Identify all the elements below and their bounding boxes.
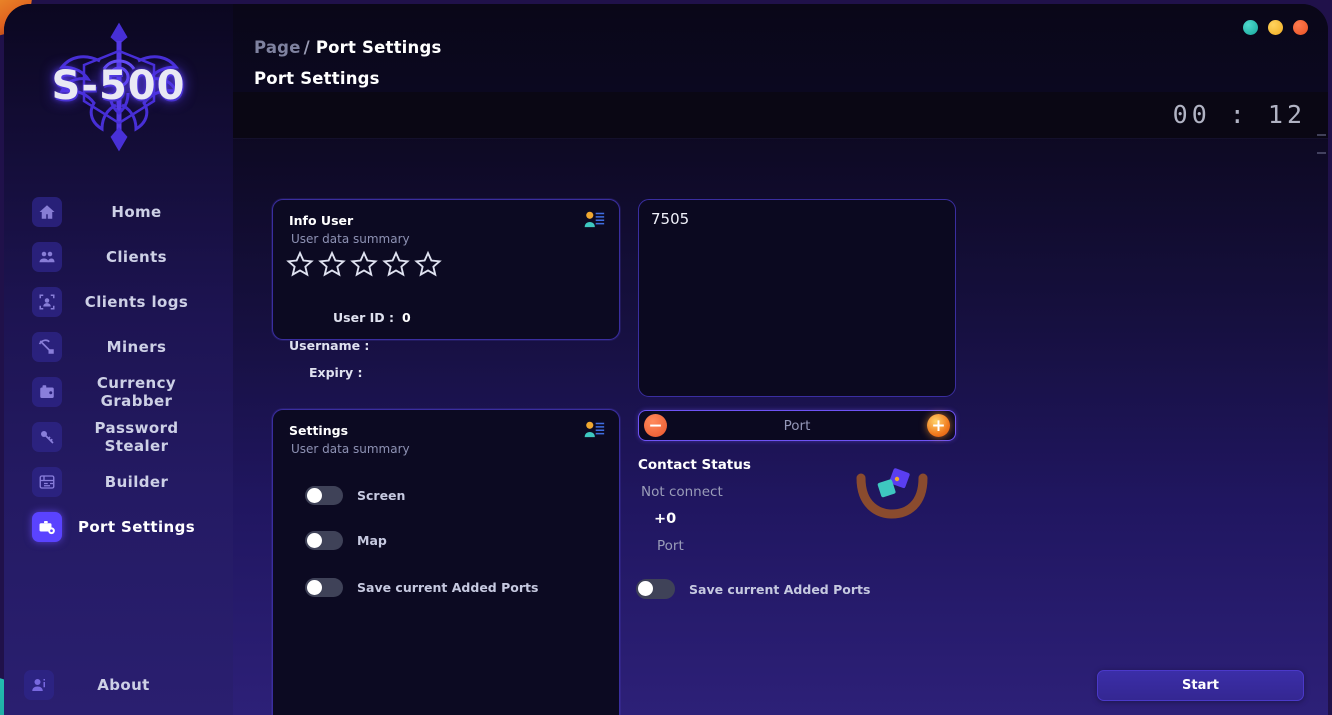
star-icon	[382, 250, 410, 277]
port-input-row[interactable]: − Port +	[638, 410, 956, 441]
sidebar-item-label: Clients	[105, 247, 168, 266]
contact-port-unit: Port	[657, 538, 684, 554]
window-controls	[1243, 20, 1308, 35]
sidebar-item-port-settings[interactable]: Port Settings	[4, 504, 233, 549]
star-icon	[414, 250, 442, 277]
sidebar-item-label: About	[97, 675, 150, 694]
sidebar-item-builder[interactable]: Builder	[4, 459, 233, 504]
toggle-switch[interactable]	[636, 579, 675, 599]
settings-card: Settings User data summary Screen Map Sa…	[272, 409, 620, 715]
port-input[interactable]: Port	[667, 418, 927, 434]
toggle-save-added-ports[interactable]: Save current Added Ports	[305, 578, 538, 597]
header: Page / Port Settings Port Settings	[233, 4, 1328, 92]
sidebar-item-currency-grabber[interactable]: Currency Grabber	[4, 369, 233, 414]
user-id-label: User ID :	[333, 310, 394, 325]
close-button[interactable]	[1293, 20, 1308, 35]
maximize-button[interactable]	[1268, 20, 1283, 35]
card-subtitle: User data summary	[291, 442, 410, 456]
info-user-card: Info User User data summary User ID: 0 …	[272, 199, 620, 380]
start-button[interactable]: Start	[1097, 670, 1304, 701]
main-content: Info User User data summary User ID: 0 …	[233, 139, 1328, 715]
scrollbar-mark[interactable]	[1317, 134, 1326, 136]
sidebar-item-label: Builder	[104, 472, 169, 491]
sidebar-item-home[interactable]: Home	[4, 189, 233, 234]
wallet-icon	[32, 376, 62, 407]
page-title: Port Settings	[254, 69, 380, 88]
toggle-label: Save current Added Ports	[689, 581, 871, 597]
star-icon	[286, 250, 314, 277]
star-icon	[350, 250, 378, 277]
app-window: S-500 Home Clients Clients logs Miners C…	[4, 4, 1328, 715]
user-data-icon	[583, 420, 605, 444]
expiry-label: Expiry :	[309, 365, 363, 380]
breadcrumb-root[interactable]: Page	[254, 38, 301, 57]
miner-icon	[32, 331, 62, 362]
toolbar: 00 : 12	[233, 92, 1328, 139]
card-subtitle: User data summary	[291, 232, 410, 246]
breadcrumb: Page / Port Settings	[254, 38, 442, 57]
username-row: Username :	[289, 338, 377, 353]
toggle-switch[interactable]	[305, 486, 343, 505]
logs-icon	[32, 286, 62, 317]
sidebar-item-clients[interactable]: Clients	[4, 234, 233, 279]
sidebar-item-label: Clients logs	[84, 292, 189, 311]
user-data-icon	[583, 210, 605, 234]
builder-icon	[32, 466, 62, 497]
toggle-label: Save current Added Ports	[357, 580, 539, 595]
star-icon	[318, 250, 346, 277]
sidebar-nav: Home Clients Clients logs Miners Currenc…	[4, 189, 233, 549]
toggle-map[interactable]: Map	[305, 531, 387, 550]
sidebar-item-label: Port Settings	[77, 517, 196, 536]
username-label: Username :	[289, 338, 370, 353]
contact-port-count: +0	[654, 511, 677, 527]
toggle-label: Screen	[357, 488, 406, 503]
port-list[interactable]: 7505	[638, 199, 956, 397]
sidebar: S-500 Home Clients Clients logs Miners C…	[4, 4, 233, 715]
sidebar-item-label: Home	[111, 202, 162, 221]
session-clock: 00 : 12	[1172, 100, 1306, 129]
list-item[interactable]: 7505	[651, 208, 943, 230]
toggle-switch[interactable]	[305, 531, 343, 550]
add-port-button[interactable]: +	[927, 414, 950, 437]
card-title: Settings	[289, 423, 349, 438]
user-id-row: User ID : 0	[333, 310, 411, 325]
logo-text: S-500	[51, 62, 186, 109]
contact-status-title: Contact Status	[638, 457, 751, 473]
sidebar-item-about[interactable]: About	[4, 662, 233, 707]
clients-icon	[32, 241, 62, 272]
toggle-label: Map	[357, 533, 387, 548]
card-title: Info User	[289, 213, 354, 228]
sidebar-item-password-stealer[interactable]: Password Stealer	[4, 414, 233, 459]
toggle-save-added-ports-right[interactable]: Save current Added Ports	[636, 579, 870, 599]
toggle-switch[interactable]	[305, 578, 343, 597]
contact-status-state: Not connect	[641, 484, 723, 500]
expiry-row: Expiry :	[309, 365, 371, 380]
minimize-button[interactable]	[1243, 20, 1258, 35]
key-icon	[32, 421, 62, 452]
sidebar-item-label: Miners	[106, 337, 167, 356]
remove-port-button[interactable]: −	[644, 414, 667, 437]
breadcrumb-current: Port Settings	[315, 38, 442, 57]
port-gear-icon	[32, 511, 62, 542]
app-logo: S-500	[4, 14, 233, 159]
home-icon	[32, 196, 62, 227]
sidebar-item-label: Password Stealer	[94, 418, 179, 455]
app-root: S-500 Home Clients Clients logs Miners C…	[0, 0, 1332, 715]
sidebar-item-miners[interactable]: Miners	[4, 324, 233, 369]
user-id-value: 0	[401, 310, 411, 325]
breadcrumb-separator: /	[303, 38, 310, 57]
status-arc-graphic	[853, 464, 931, 524]
toggle-screen[interactable]: Screen	[305, 486, 405, 505]
sidebar-item-clients-logs[interactable]: Clients logs	[4, 279, 233, 324]
user-rating	[286, 250, 442, 278]
scrollbar-mark[interactable]	[1317, 152, 1326, 154]
about-user-icon	[24, 669, 54, 700]
sidebar-item-label: Currency Grabber	[96, 373, 177, 410]
